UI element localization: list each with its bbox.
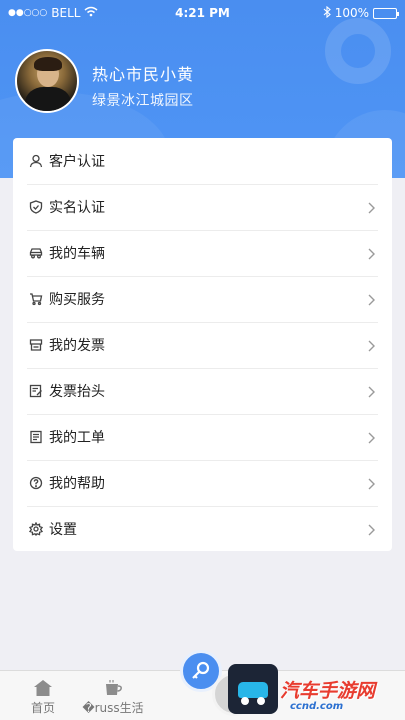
watermark-logo (228, 664, 278, 714)
menu-item-label: 实名认证 (49, 200, 105, 216)
menu-item-label: 购买服务 (49, 292, 105, 308)
home-icon (33, 679, 53, 697)
menu-item-realname-verify[interactable]: 实名认证 (13, 184, 392, 230)
battery-percent: 100% (334, 6, 369, 20)
shield-icon (29, 200, 43, 214)
menu-item-label: 设置 (49, 522, 77, 538)
help-icon (29, 476, 43, 490)
user-name[interactable]: 热心市民小黄 (92, 61, 194, 85)
tab-home[interactable]: 首页 (8, 671, 78, 720)
menu-item-my-work-orders[interactable]: 我的工单 (13, 414, 392, 460)
carrier-label: BELL (51, 6, 81, 20)
menu-item-settings[interactable]: 设置 (13, 506, 392, 552)
menu-item-buy-services[interactable]: 购买服务 (13, 276, 392, 322)
header-decoration-ring (325, 18, 391, 84)
menu-item-my-vehicles[interactable]: 我的车辆 (13, 230, 392, 276)
menu-item-label: 发票抬头 (49, 384, 105, 400)
menu-item-label: 我的车辆 (49, 246, 105, 262)
clipboard-icon (29, 430, 43, 444)
watermark-text: 汽车手游网 (280, 680, 376, 702)
chevron-right-icon (364, 476, 378, 490)
menu-item-label: 我的发票 (49, 338, 105, 354)
coffee-cup-icon (103, 679, 123, 697)
avatar[interactable] (15, 49, 79, 113)
menu-item-label: 我的工单 (49, 430, 105, 446)
menu-list: 客户认证 实名认证 我的车辆 购买服务 我的发票 发票抬头 我的工单 我的帮助 … (13, 138, 392, 551)
menu-item-customer-verify[interactable]: 客户认证 (13, 138, 392, 184)
bluetooth-icon (323, 5, 331, 21)
tab-life-label: �russ生活 (82, 701, 144, 715)
chevron-right-icon (364, 384, 378, 398)
chevron-right-icon (364, 522, 378, 536)
gear-icon (29, 522, 43, 536)
battery-icon (373, 7, 399, 19)
menu-item-my-invoices[interactable]: 我的发票 (13, 322, 392, 368)
key-icon (192, 661, 210, 679)
status-bar: ●●○○○ BELL 4:21 PM 100% (0, 0, 405, 26)
car-icon (29, 246, 43, 260)
tab-home-label: 首页 (30, 701, 55, 715)
menu-item-label: 我的帮助 (49, 476, 105, 492)
printer-icon (29, 338, 43, 352)
user-icon (29, 154, 43, 168)
chevron-right-icon (364, 292, 378, 306)
chevron-right-icon (364, 246, 378, 260)
wifi-icon (84, 6, 98, 20)
tab-life[interactable]: �russ生活 (78, 671, 148, 720)
menu-item-my-help[interactable]: 我的帮助 (13, 460, 392, 506)
watermark-subtext: ccnd.com (290, 701, 344, 712)
user-community: 绿景冰江城园区 (92, 93, 194, 109)
signal-icon: ●●○○○ (8, 8, 48, 18)
document-edit-icon (29, 384, 43, 398)
menu-item-invoice-title[interactable]: 发票抬头 (13, 368, 392, 414)
cart-icon (29, 292, 43, 306)
menu-item-label: 客户认证 (49, 154, 105, 170)
chevron-right-icon (364, 200, 378, 214)
chevron-right-icon (364, 430, 378, 444)
chevron-right-icon (364, 338, 378, 352)
